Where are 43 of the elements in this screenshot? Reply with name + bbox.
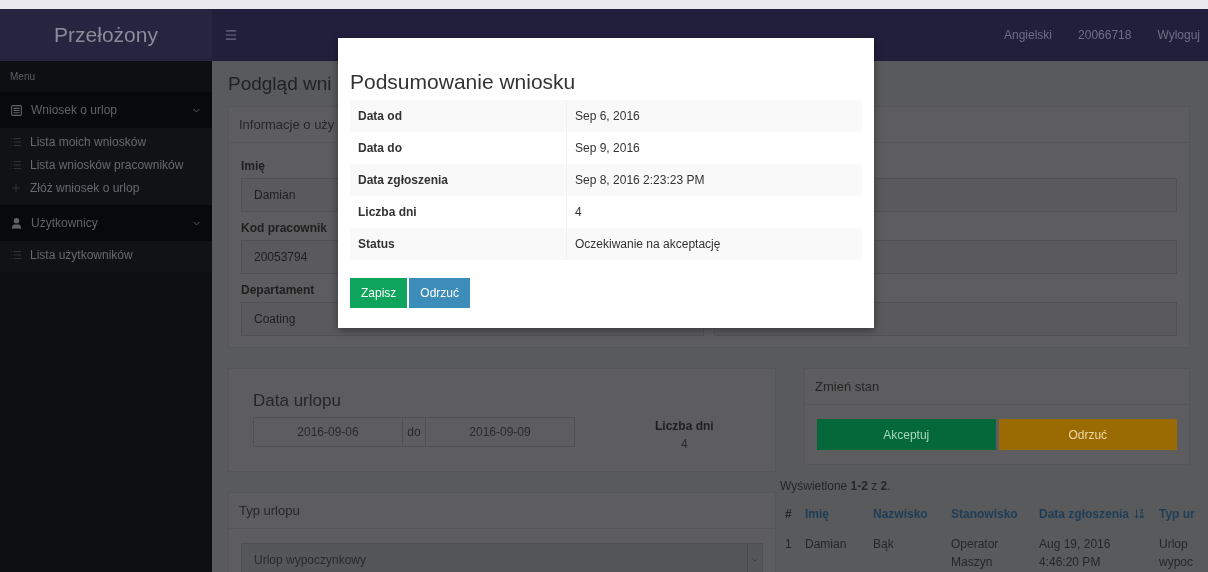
group-label: Użytkownicy (31, 216, 98, 230)
dialog-title: Podsumowanie wniosku (350, 70, 577, 94)
list-icon (10, 135, 22, 148)
days-label: Liczba dni (655, 419, 714, 433)
summary-value: Oczekiwanie na akceptację (566, 228, 862, 260)
sidebar-item[interactable]: Lista moich wniosków (0, 130, 212, 153)
field-label: Imię (241, 158, 265, 175)
card-title: Zmień stan (805, 369, 1189, 405)
field-label: Kod pracownik (241, 220, 327, 237)
summary-label: Status (350, 228, 567, 260)
plus-icon (10, 181, 22, 194)
accept-button[interactable]: Akceptuj (817, 419, 996, 450)
column-header[interactable]: Nazwisko (868, 501, 946, 527)
page-title: Podgląd wni (228, 72, 332, 96)
sidebar-heading: Menu (9, 70, 36, 84)
header-link[interactable]: Wyloguj (1157, 28, 1200, 42)
form-icon (10, 103, 23, 117)
sidebar-group[interactable]: Wniosek o urlop (0, 92, 212, 128)
header-link[interactable]: Angielski (1004, 28, 1053, 42)
save-button[interactable]: Zapisz (350, 278, 408, 308)
reject-button[interactable]: Odrzuć (409, 278, 471, 308)
caret-icon (751, 556, 759, 564)
sidebar-item[interactable]: Lista użytkowników (0, 243, 212, 266)
app-brand[interactable]: Przełożony (0, 9, 212, 61)
card-title: Typ urlopu (229, 493, 775, 529)
card-title: Data urlopu (253, 391, 342, 411)
user-icon (10, 216, 23, 230)
summary-value: Sep 8, 2016 2:23:23 PM (566, 164, 862, 196)
reject-button[interactable]: Odrzuć (998, 419, 1177, 450)
field-label: Departament (241, 282, 315, 299)
column-header[interactable]: Stanowisko (946, 501, 1034, 527)
column-header[interactable]: Data zgłoszenia (1034, 501, 1154, 527)
column-header[interactable]: Imię (800, 501, 868, 527)
sidebar-item[interactable]: Lista wniosków pracowników (0, 153, 212, 176)
group-label: Wniosek o urlop (31, 103, 118, 117)
sidebar-group[interactable]: Użytkownicy (0, 205, 212, 241)
header-link[interactable]: 20066718 (1078, 28, 1132, 42)
list-icon (10, 158, 22, 171)
column-header: # (784, 506, 793, 523)
list-icon (10, 248, 22, 261)
summary-value: 4 (566, 196, 862, 228)
sidebar-item[interactable]: Złóż wniosek o urlop (0, 176, 212, 199)
column-header[interactable]: Typ ur (1154, 501, 1198, 527)
